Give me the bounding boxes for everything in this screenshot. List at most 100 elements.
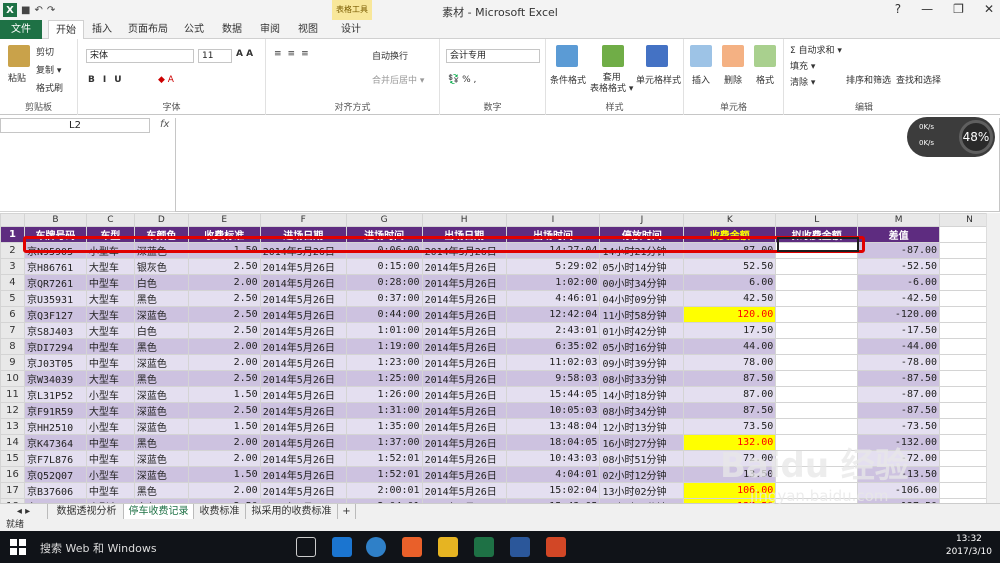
column-header[interactable]: I [505,213,601,227]
table-cell[interactable]: 大型车 [85,258,135,275]
table-cell[interactable]: 中型车 [85,482,135,499]
table-cell[interactable]: 京L31P52 [23,386,87,403]
table-cell[interactable]: 1:31:00 [345,402,423,419]
column-header[interactable]: M [857,213,941,227]
tab-formulas[interactable]: 公式 [180,20,208,39]
table-cell[interactable]: 2014年5月26日 [421,290,507,307]
table-cell[interactable]: -42.50 [857,290,941,307]
font-color-icon[interactable]: ◆ A [158,75,174,85]
table-cell[interactable]: 2014年5月26日 [259,434,347,451]
column-header[interactable]: L [775,213,859,227]
column-header[interactable]: E [187,213,261,227]
table-cell[interactable]: 黑色 [133,290,189,307]
file-explorer-icon[interactable] [438,537,458,557]
table-cell[interactable]: 2014年5月26日 [421,354,507,371]
row-number[interactable]: 1 [0,226,25,243]
table-cell[interactable]: 13:48:04 [505,418,601,435]
vertical-scrollbar[interactable] [986,213,1000,503]
table-cell[interactable]: 京Q3F127 [23,306,87,323]
table-cell[interactable]: 京U35931 [23,290,87,307]
sort-filter-button[interactable]: 排序和筛选 [846,73,891,86]
table-cell[interactable]: 2014年5月26日 [259,482,347,499]
table-cell[interactable]: 黑色 [133,482,189,499]
table-cell[interactable] [775,258,859,275]
table-cell[interactable]: 2.50 [187,322,261,339]
taskbar-search[interactable]: 搜索 Web 和 Windows [40,540,157,556]
restore-icon[interactable]: ❐ [953,2,964,16]
table-cell[interactable]: 2:00:01 [345,482,423,499]
column-header[interactable]: H [421,213,507,227]
column-header[interactable]: F [259,213,347,227]
tab-page-layout[interactable]: 页面布局 [124,20,172,39]
table-cell[interactable] [775,354,859,371]
row-number[interactable]: 6 [0,306,25,323]
table-cell[interactable]: 1.50 [187,418,261,435]
table-cell[interactable]: 大型车 [85,322,135,339]
table-cell[interactable]: -87.50 [857,402,941,419]
table-cell[interactable]: -44.00 [857,338,941,355]
delete-cells-button[interactable]: 删除 [724,73,742,86]
insert-cells-icon[interactable] [690,45,712,67]
table-cell[interactable]: 2.00 [187,274,261,291]
active-cell-L2[interactable] [777,237,859,252]
table-cell[interactable]: 小型车 [85,466,135,483]
fox-app-icon[interactable] [402,537,422,557]
table-cell[interactable]: 2014年5月26日 [421,402,507,419]
cell-styles-icon[interactable] [646,45,668,67]
row-number[interactable]: 17 [0,482,25,499]
table-cell[interactable]: 白色 [133,274,189,291]
table-cell[interactable]: 1:37:00 [345,434,423,451]
row-number[interactable]: 4 [0,274,25,291]
row-number[interactable]: 8 [0,338,25,355]
table-cell[interactable]: 2014年5月26日 [421,434,507,451]
column-header[interactable]: J [599,213,685,227]
table-cell[interactable]: 1.50 [187,466,261,483]
table-cell[interactable]: 78.00 [683,354,777,371]
table-cell[interactable]: 05小时14分钟 [599,258,685,275]
table-cell[interactable]: -17.50 [857,322,941,339]
table-cell[interactable]: 2.00 [187,434,261,451]
sheet-nav-arrows[interactable]: ◂ ▸ [0,504,48,519]
table-cell[interactable]: 01小时42分钟 [599,322,685,339]
row-number[interactable]: 16 [0,466,25,483]
table-cell[interactable]: -6.00 [857,274,941,291]
table-cell[interactable]: 6:35:02 [505,338,601,355]
table-cell[interactable]: 2.00 [187,354,261,371]
table-cell[interactable]: 05小时16分钟 [599,338,685,355]
header-cell[interactable]: 差值 [857,226,941,243]
table-cell[interactable]: 深蓝色 [133,386,189,403]
table-cell[interactable]: 0:37:00 [345,290,423,307]
clear-button[interactable]: 清除 ▾ [790,75,815,88]
table-cell[interactable]: 1:01:00 [345,322,423,339]
task-view-icon[interactable] [296,537,316,557]
row-number[interactable]: 5 [0,290,25,307]
table-cell[interactable]: 2:43:01 [505,322,601,339]
ppt-taskbar-icon[interactable] [546,537,566,557]
edge-icon[interactable] [332,537,352,557]
table-cell[interactable]: 5:29:02 [505,258,601,275]
table-cell[interactable]: 87.50 [683,402,777,419]
table-cell[interactable]: 2014年5月26日 [259,386,347,403]
table-cell[interactable]: -87.00 [857,386,941,403]
table-cell[interactable]: 深蓝色 [133,418,189,435]
table-cell[interactable]: 0:15:00 [345,258,423,275]
table-format-icon[interactable] [602,45,624,67]
table-cell[interactable]: 中型车 [85,450,135,467]
table-cell[interactable]: -87.50 [857,370,941,387]
table-cell[interactable]: 14小时18分钟 [599,386,685,403]
table-cell[interactable]: 42.50 [683,290,777,307]
table-cell[interactable] [775,370,859,387]
sheet-tab-proposed[interactable]: 拟采用的收费标准 [246,504,338,519]
column-header[interactable]: D [133,213,189,227]
table-cell[interactable]: 中型车 [85,354,135,371]
table-cell[interactable]: 15:44:05 [505,386,601,403]
table-cell[interactable]: 09小时39分钟 [599,354,685,371]
paste-icon[interactable] [8,45,30,67]
row-number[interactable]: 10 [0,370,25,387]
format-cells-icon[interactable] [754,45,776,67]
table-cell[interactable]: 中型车 [85,274,135,291]
table-cell[interactable]: 2014年5月26日 [259,354,347,371]
column-header[interactable]: C [85,213,135,227]
excel-taskbar-icon[interactable] [474,537,494,557]
table-cell[interactable]: 2014年5月26日 [259,466,347,483]
